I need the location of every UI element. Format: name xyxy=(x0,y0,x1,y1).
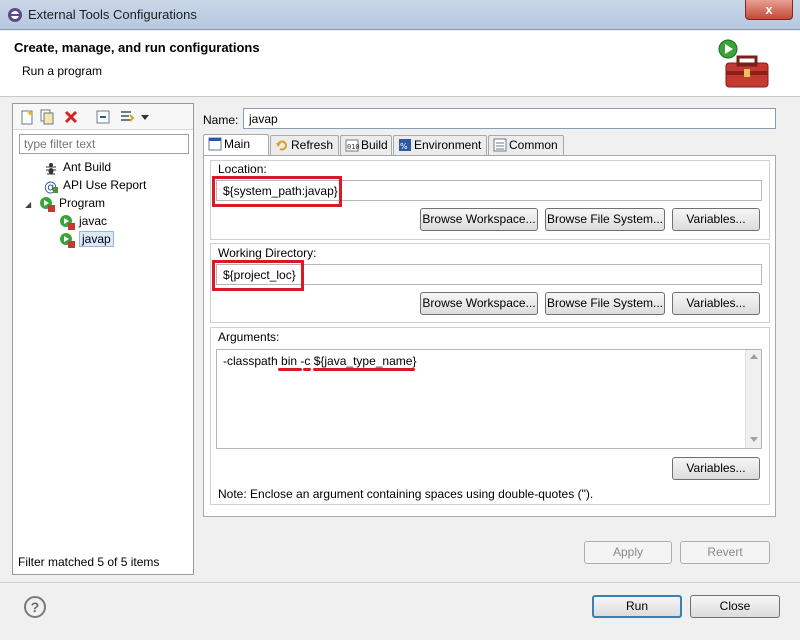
program-launch-icon xyxy=(60,214,75,230)
java-type-name-underline xyxy=(313,368,415,371)
eclipse-app-icon xyxy=(8,8,22,22)
tab-build[interactable]: 010 Build xyxy=(340,135,392,155)
arguments-textarea[interactable]: -classpath bin -c ${java_type_name} xyxy=(216,349,762,449)
tree-item-api-use-report[interactable]: @ API Use Report xyxy=(43,176,146,194)
new-configuration-icon[interactable] xyxy=(19,109,35,125)
tree-item-javac[interactable]: javac xyxy=(59,212,107,230)
footer-divider xyxy=(0,582,800,583)
workdir-variables-button[interactable]: Variables... xyxy=(672,292,760,315)
duplicate-icon[interactable] xyxy=(39,109,55,125)
ant-icon xyxy=(46,162,56,175)
build-icon: 010 xyxy=(345,139,359,152)
configuration-list-pane: Ant Build @ API Use Report ◢ Program javac… xyxy=(12,103,194,575)
delete-icon[interactable] xyxy=(63,109,79,125)
apply-button[interactable]: Apply xyxy=(584,541,672,564)
refresh-icon xyxy=(276,140,287,151)
tree-item-label: Program xyxy=(59,196,106,210)
location-browse-filesystem-button[interactable]: Browse File System... xyxy=(545,208,665,231)
left-toolbar xyxy=(13,104,193,130)
dropdown-arrow-icon[interactable] xyxy=(137,109,153,125)
close-button[interactable]: Close xyxy=(690,595,780,618)
svg-text:%: % xyxy=(400,142,408,151)
svg-text:010: 010 xyxy=(347,143,359,151)
bin-underline xyxy=(278,368,302,371)
banner-heading: Create, manage, and run configurations xyxy=(14,40,260,55)
working-directory-highlight xyxy=(212,260,304,291)
scroll-down-icon[interactable] xyxy=(749,436,759,444)
location-variables-button[interactable]: Variables... xyxy=(672,208,760,231)
tree-item-ant-build[interactable]: Ant Build xyxy=(43,158,111,176)
dialog-banner: Create, manage, and run configurations R… xyxy=(0,31,800,97)
revert-button[interactable]: Revert xyxy=(680,541,770,564)
arguments-variables-button[interactable]: Variables... xyxy=(672,457,760,480)
tree-item-label-selected: javap xyxy=(79,231,114,247)
main-tab-icon xyxy=(208,137,222,151)
arguments-label: Arguments: xyxy=(218,330,280,344)
window-close-button[interactable]: x xyxy=(745,0,793,20)
tab-common[interactable]: Common xyxy=(488,135,564,155)
filter-status: Filter matched 5 of 5 items xyxy=(18,555,160,569)
filter-icon[interactable] xyxy=(119,109,135,125)
working-directory-label: Working Directory: xyxy=(218,246,317,260)
common-icon xyxy=(493,138,507,152)
tab-main[interactable]: Main xyxy=(203,134,269,156)
location-label: Location: xyxy=(218,162,267,176)
tree-item-label: API Use Report xyxy=(63,178,147,192)
tab-refresh[interactable]: Refresh xyxy=(270,135,339,155)
expand-icon[interactable]: ◢ xyxy=(25,196,39,214)
tree-item-javap[interactable]: javap xyxy=(59,230,114,248)
filter-input[interactable] xyxy=(19,134,189,154)
scroll-up-icon[interactable] xyxy=(749,352,759,360)
program-launch-icon xyxy=(60,232,75,248)
collapse-all-icon[interactable] xyxy=(95,109,111,125)
name-label: Name: xyxy=(203,113,239,127)
tree-item-label: javac xyxy=(79,214,108,228)
tree-item-program[interactable]: ◢ Program xyxy=(25,194,105,212)
location-browse-workspace-button[interactable]: Browse Workspace... xyxy=(420,208,538,231)
help-icon[interactable]: ? xyxy=(24,596,46,618)
name-input[interactable] xyxy=(243,108,776,129)
run-button[interactable]: Run xyxy=(592,595,682,618)
environment-icon: % xyxy=(399,139,411,151)
tab-environment[interactable]: % Environment xyxy=(393,135,487,155)
arguments-scrollbar[interactable] xyxy=(745,350,761,448)
workdir-browse-workspace-button[interactable]: Browse Workspace... xyxy=(420,292,538,315)
program-icon xyxy=(40,196,55,212)
c-flag-underline xyxy=(303,368,311,371)
banner-subtitle: Run a program xyxy=(22,64,103,78)
arguments-note: Note: Enclose an argument containing spa… xyxy=(218,487,594,501)
toolbox-icon xyxy=(718,39,769,88)
api-report-icon: @ xyxy=(44,180,58,194)
location-highlight xyxy=(212,176,342,207)
workdir-browse-filesystem-button[interactable]: Browse File System... xyxy=(545,292,665,315)
tree-item-label: Ant Build xyxy=(63,160,112,174)
window-title: External Tools Configurations xyxy=(28,7,197,22)
title-bar: External Tools Configurations x xyxy=(0,0,800,30)
